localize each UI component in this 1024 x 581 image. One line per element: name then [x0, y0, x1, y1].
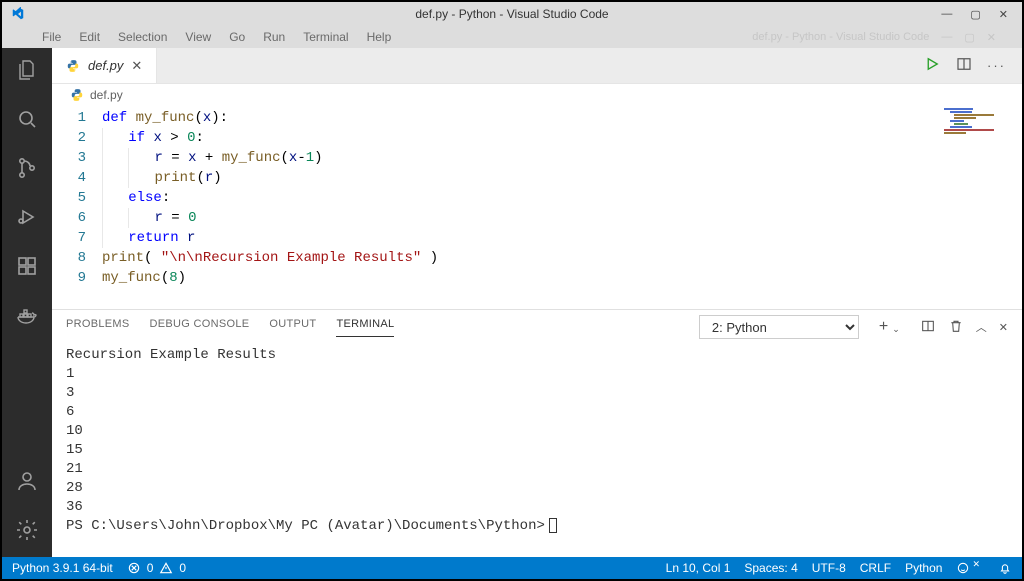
- docker-icon[interactable]: [15, 303, 39, 330]
- window-minimize-icon[interactable]: —: [941, 8, 952, 21]
- files-icon[interactable]: [15, 58, 39, 85]
- panel-tab-problems[interactable]: PROBLEMS: [66, 318, 130, 336]
- minimap[interactable]: [944, 108, 1016, 188]
- menu-help[interactable]: Help: [367, 30, 392, 44]
- debug-icon[interactable]: [15, 205, 39, 232]
- python-file-icon: [70, 88, 84, 102]
- breadcrumb-path: def.py: [90, 88, 123, 102]
- status-python-version[interactable]: Python 3.9.1 64-bit: [12, 561, 113, 575]
- menu-edit[interactable]: Edit: [79, 30, 100, 44]
- split-terminal-icon[interactable]: [920, 318, 936, 337]
- tab-def-py[interactable]: def.py ✕: [52, 48, 157, 83]
- source-control-icon[interactable]: [15, 156, 39, 183]
- status-bar: Python 3.9.1 64-bit 0 0 Ln 10, Col 1 Spa…: [2, 557, 1022, 579]
- window-title: def.py - Python - Visual Studio Code: [2, 7, 1022, 21]
- panel-tab-output[interactable]: OUTPUT: [269, 318, 316, 336]
- terminal-selector[interactable]: 2: Python: [699, 315, 859, 339]
- bell-icon[interactable]: [998, 561, 1012, 575]
- menu-run[interactable]: Run: [263, 30, 285, 44]
- title-bar: def.py - Python - Visual Studio Code — ▢…: [2, 2, 1022, 26]
- python-file-icon: [66, 59, 80, 73]
- panel-tab-terminal[interactable]: TERMINAL: [336, 318, 394, 337]
- breadcrumb[interactable]: def.py: [52, 84, 1022, 106]
- window-maximize-icon[interactable]: ▢: [970, 8, 980, 21]
- menu-selection[interactable]: Selection: [118, 30, 167, 44]
- status-encoding[interactable]: UTF-8: [812, 561, 846, 575]
- run-button[interactable]: [923, 55, 941, 76]
- status-ln-col[interactable]: Ln 10, Col 1: [666, 561, 731, 575]
- background-window-title: def.py - Python - Visual Studio Code —▢✕: [752, 26, 996, 48]
- panel-tab-debug-console[interactable]: DEBUG CONSOLE: [150, 318, 250, 336]
- activity-bar: [2, 48, 52, 557]
- menu-terminal[interactable]: Terminal: [303, 30, 348, 44]
- search-icon[interactable]: [15, 107, 39, 134]
- status-warnings-count: 0: [179, 561, 186, 575]
- code-editor[interactable]: 123456789 def my_func(x): if x > 0: r = …: [52, 106, 1022, 309]
- new-terminal-dropdown-icon[interactable]: ⌄: [892, 324, 900, 335]
- extensions-icon[interactable]: [15, 254, 39, 281]
- status-spaces[interactable]: Spaces: 4: [744, 561, 797, 575]
- more-actions-icon[interactable]: ···: [987, 58, 1006, 73]
- editor-tabs: def.py ✕ ···: [52, 48, 1022, 84]
- status-problems[interactable]: 0 0: [127, 561, 186, 575]
- tab-close-icon[interactable]: ✕: [131, 58, 142, 74]
- menu-bar: File Edit Selection View Go Run Terminal…: [2, 26, 1022, 48]
- menu-file[interactable]: File: [42, 30, 61, 44]
- account-icon[interactable]: [15, 469, 39, 496]
- maximize-panel-icon[interactable]: ︿: [976, 319, 987, 335]
- status-eol[interactable]: CRLF: [860, 561, 891, 575]
- feedback-icon[interactable]: ✕: [956, 561, 984, 575]
- gear-icon[interactable]: [15, 518, 39, 545]
- kill-terminal-icon[interactable]: [948, 318, 964, 337]
- tab-label: def.py: [88, 58, 123, 73]
- code-content[interactable]: def my_func(x): if x > 0: r = x + my_fun…: [102, 106, 1022, 309]
- status-errors-count: 0: [147, 561, 154, 575]
- close-panel-icon[interactable]: ✕: [999, 321, 1008, 334]
- menu-view[interactable]: View: [185, 30, 211, 44]
- new-terminal-icon[interactable]: +: [879, 318, 888, 336]
- line-gutter: 123456789: [52, 106, 102, 309]
- menu-go[interactable]: Go: [229, 30, 245, 44]
- terminal-output[interactable]: Recursion Example Results1361015212836PS…: [52, 344, 1022, 557]
- window-close-icon[interactable]: ✕: [999, 8, 1008, 21]
- split-editor-icon[interactable]: [955, 55, 973, 76]
- bottom-panel: PROBLEMS DEBUG CONSOLE OUTPUT TERMINAL 2…: [52, 309, 1022, 557]
- vscode-logo-icon: [2, 7, 34, 21]
- status-language[interactable]: Python: [905, 561, 942, 575]
